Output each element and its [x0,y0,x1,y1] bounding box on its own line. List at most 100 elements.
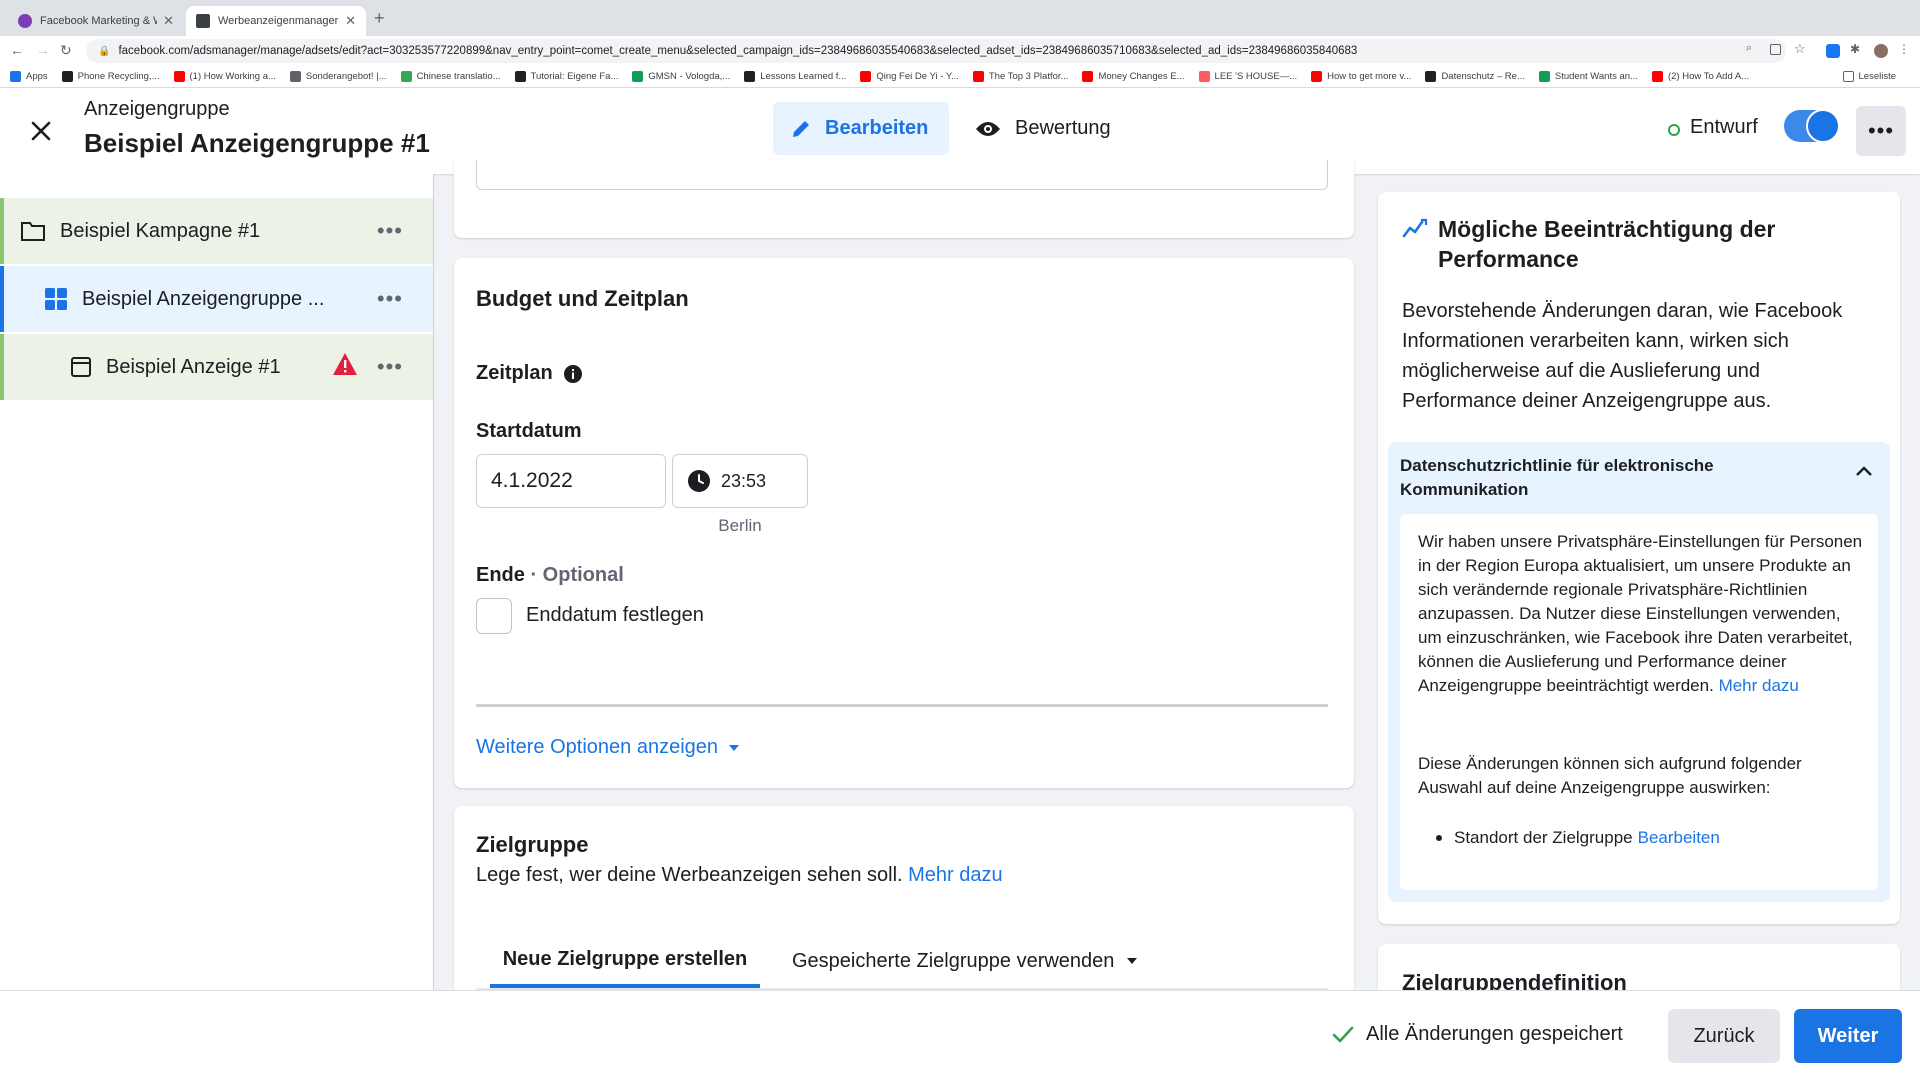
tab-review[interactable]: Bewertung [975,102,1111,155]
bookmark-item[interactable]: Lessons Learned f... [744,71,846,82]
end-date-checkbox-label: Enddatum festlegen [526,604,704,626]
info-icon[interactable] [563,364,583,384]
bookmark-item[interactable]: (1) How Working a... [173,71,276,82]
reading-list-button[interactable]: Leseliste [1842,71,1897,82]
facebook-extension-icon[interactable] [1826,44,1840,58]
performance-intro: Bevorstehende Änderungen daran, wie Face… [1402,300,1843,412]
start-time-input[interactable]: 23:53 [672,454,808,508]
new-tab-icon[interactable]: + [374,8,385,29]
browser-menu-icon[interactable]: ⋮ [1898,42,1912,56]
caret-down-icon [728,744,740,752]
end-optional-label: · Optional [530,564,624,586]
back-arrow-icon[interactable]: ← [10,42,24,58]
profile-avatar-icon[interactable] [1874,44,1888,58]
audience-card: Zielgruppe Lege fest, wer deine Werbeanz… [454,806,1354,1006]
bookmark-item[interactable]: How to get more v... [1311,71,1411,82]
browser-tab-2[interactable]: Werbeanzeigenmanager - Wer... ✕ [186,6,366,36]
address-bar[interactable]: 🔒 facebook.com/adsmanager/manage/adsets/… [86,39,1786,63]
bookmark-label: (2) How To Add A... [1667,71,1750,82]
campaign-more-icon[interactable]: ••• [377,218,403,244]
timezone-label: Berlin [718,516,762,535]
browser-tab-strip: Facebook Marketing & Werbea... ✕ Werbean… [0,0,1920,36]
reading-list-icon [1842,71,1854,82]
start-date-input[interactable]: 4.1.2022 [476,454,666,508]
bookmark-favicon-icon [1311,71,1323,82]
bookmark-favicon-icon [1538,71,1550,82]
extensions-puzzle-icon[interactable]: ✱ [1850,42,1864,56]
ad-page-icon [70,356,92,378]
tab-saved-audience[interactable]: Gespeicherte Zielgruppe verwenden [792,934,1138,988]
bookmark-item[interactable]: Student Wants an... [1538,71,1638,82]
bookmark-label: Apps [26,71,48,82]
lock-icon: 🔒 [98,45,111,57]
chevron-up-icon[interactable] [1856,466,1872,476]
bookmark-item[interactable]: Chinese translatio... [400,71,501,82]
privacy-accordion: Datenschutzrichtlinie für elektronische … [1388,442,1890,902]
bookmark-label: How to get more v... [1327,71,1412,82]
browser-tab-1[interactable]: Facebook Marketing & Werbea... ✕ [8,6,184,36]
performance-impact-card: Mögliche Beeinträchtigung der Performanc… [1378,192,1900,924]
privacy-accordion-body: Wir haben unsere Privatsphäre-Einstellun… [1400,514,1878,890]
bookmark-item[interactable]: Datenschutz – Re... [1425,71,1525,82]
tree-item-adset[interactable]: Beispiel Anzeigengruppe ... ••• [0,266,433,332]
reading-list-label: Leseliste [1858,71,1897,82]
ad-more-icon[interactable]: ••• [377,354,403,380]
bookmark-item[interactable]: The Top 3 Platfor... [972,71,1068,82]
end-date-checkbox[interactable] [476,598,512,634]
next-button[interactable]: Weiter [1794,1009,1902,1063]
more-options-link[interactable]: Weitere Optionen anzeigen [476,736,740,759]
tree-item-campaign[interactable]: Beispiel Kampagne #1 ••• [0,198,433,264]
bookmark-item[interactable]: Apps [10,71,48,82]
bookmark-item[interactable]: (2) How To Add A... [1651,71,1750,82]
close-icon[interactable] [26,116,56,146]
bookmark-item[interactable]: Sonderangebot! |... [289,71,387,82]
share-icon[interactable] [1770,44,1781,55]
status-dot-icon [1668,124,1680,136]
header-more-button[interactable]: ••• [1856,106,1906,156]
header-subtitle: Anzeigengruppe [84,98,230,120]
bookmark-label: Datenschutz – Re... [1441,71,1525,82]
privacy-learn-more-link[interactable]: Mehr dazu [1719,676,1799,695]
tab-title: Facebook Marketing & Werbea... [40,15,157,27]
start-date-value: 4.1.2022 [491,469,573,492]
browser-toolbar: ← → ↻ 🔒 facebook.com/adsmanager/manage/a… [0,36,1920,66]
bookmark-item[interactable]: GMSN - Vologda,... [632,71,730,82]
bookmark-item[interactable]: Phone Recycling,... [61,71,160,82]
tab-title: Werbeanzeigenmanager - Wer... [218,15,339,27]
privacy-body-text: Wir haben unsere Privatsphäre-Einstellun… [1418,532,1863,695]
tab-favicon-icon [18,14,32,28]
privacy-accordion-title[interactable]: Datenschutzrichtlinie für elektronische … [1400,454,1820,502]
tab-review-label: Bewertung [1015,117,1111,139]
bookmark-favicon-icon [173,71,185,82]
previous-card-input[interactable] [476,160,1328,190]
bullet-dot-icon [1436,835,1442,841]
bookmark-item[interactable]: Tutorial: Eigene Fa... [514,71,618,82]
tree-item-ad[interactable]: Beispiel Anzeige #1 ••• [0,334,433,400]
zoom-icon[interactable]: ⌕ [1746,42,1760,56]
bookmark-item[interactable]: Money Changes E... [1082,71,1185,82]
clock-icon [687,469,711,493]
status-badge: Entwurf [1690,116,1758,138]
tab-edit[interactable]: Bearbeiten [773,102,949,155]
tab-close-icon[interactable]: ✕ [345,13,356,29]
reload-icon[interactable]: ↻ [60,42,72,59]
tab-close-icon[interactable]: ✕ [163,13,174,29]
tab-new-audience[interactable]: Neue Zielgruppe erstellen [490,934,760,988]
bookmark-label: Lessons Learned f... [760,71,847,82]
bookmark-star-icon[interactable]: ☆ [1794,41,1808,56]
toggle-knob[interactable] [1806,109,1840,143]
privacy-body-paragraph: Wir haben unsere Privatsphäre-Einstellun… [1418,530,1864,698]
checkmark-icon [1332,1026,1354,1044]
bookmark-favicon-icon [972,71,984,82]
audience-learn-more-link[interactable]: Mehr dazu [908,864,1003,886]
forward-arrow-icon[interactable]: → [36,42,50,58]
bullet-edit-link[interactable]: Bearbeiten [1638,826,1720,850]
bookmark-item[interactable]: LEE 'S HOUSE—... [1198,71,1297,82]
bookmark-item[interactable]: Qing Fei De Yi - Y... [860,71,959,82]
adset-more-icon[interactable]: ••• [377,286,403,312]
bookmark-favicon-icon [1425,71,1437,82]
previous-card [454,160,1354,238]
footer-bar: Alle Änderungen gespeichert Zurück Weite… [0,990,1920,1080]
back-button[interactable]: Zurück [1668,1009,1780,1063]
tree-item-label: Beispiel Anzeige #1 [106,355,281,378]
